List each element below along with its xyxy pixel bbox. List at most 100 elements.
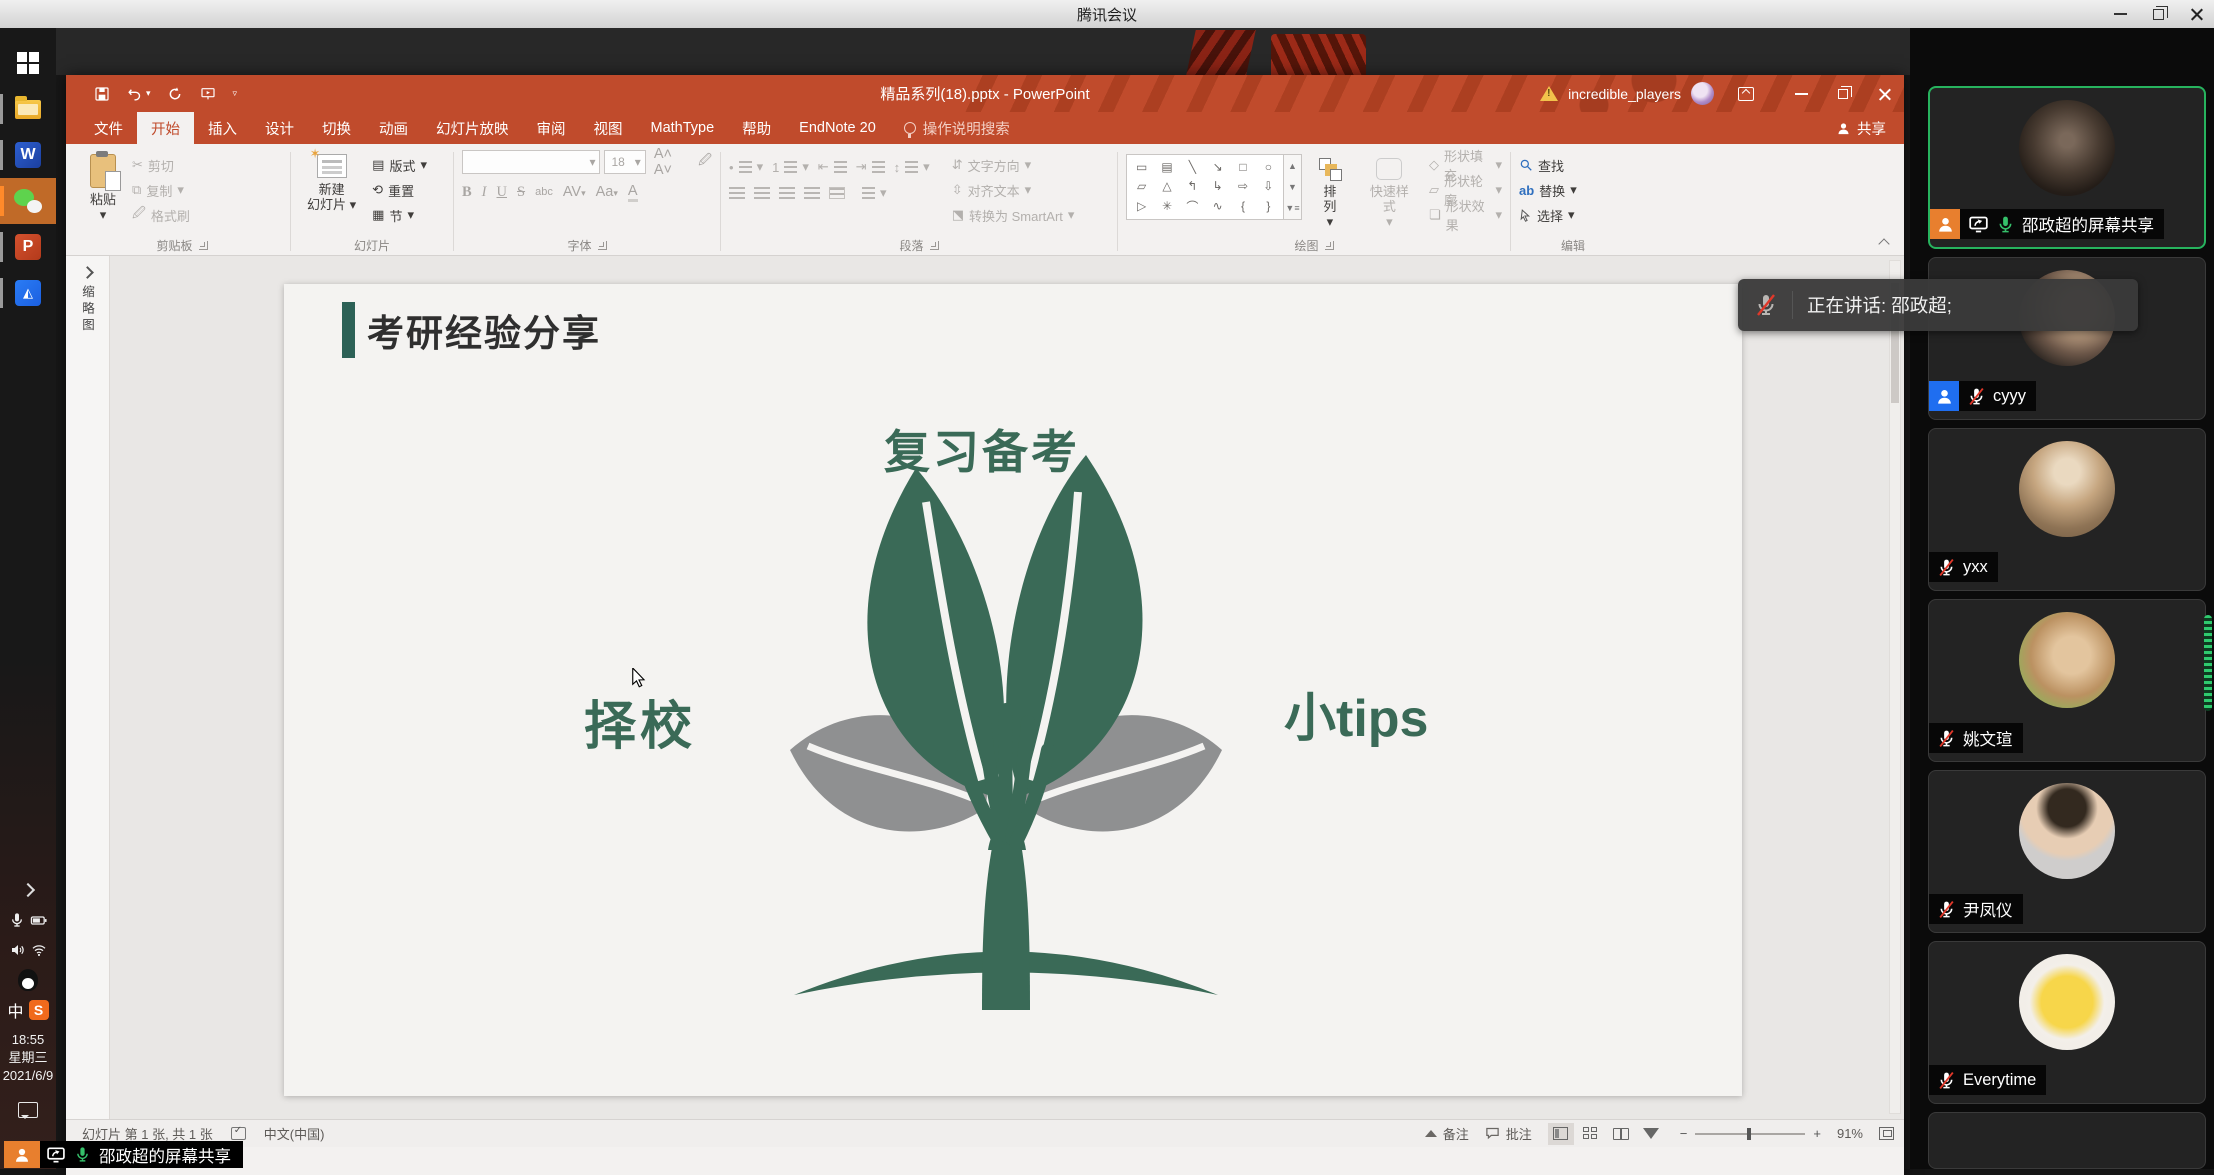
tab-view[interactable]: 视图 bbox=[580, 112, 637, 144]
start-slideshow-icon[interactable] bbox=[199, 86, 217, 102]
qat-customize-dropdown[interactable]: ▿ bbox=[233, 88, 238, 99]
save-icon[interactable] bbox=[94, 86, 110, 102]
shape-icon[interactable]: ▱ bbox=[1137, 179, 1146, 193]
select-button[interactable]: 选择 ▾ bbox=[1519, 204, 1577, 226]
columns-button[interactable]: ▾ bbox=[862, 182, 887, 204]
notes-button[interactable]: 备注 bbox=[1425, 1124, 1469, 1143]
tab-transitions[interactable]: 切换 bbox=[308, 112, 365, 144]
slide-vertical-scrollbar[interactable] bbox=[1889, 260, 1901, 1114]
shape-icon[interactable]: ↘ bbox=[1213, 160, 1223, 174]
shapes-gallery[interactable]: ▭▤╲↘□○ ▱△↰↳⇨⇩ ▷✳⌒∿{} ▲▼▼≡ bbox=[1126, 150, 1302, 235]
tab-help[interactable]: 帮助 bbox=[728, 112, 785, 144]
font-size-combobox[interactable]: 18▾ bbox=[604, 150, 645, 174]
quick-styles-button[interactable]: 快速样式▾ bbox=[1358, 150, 1421, 235]
tab-insert[interactable]: 插入 bbox=[194, 112, 251, 144]
account-name[interactable]: incredible_players bbox=[1568, 86, 1681, 102]
ppt-close-button[interactable] bbox=[1878, 87, 1892, 101]
clipboard-dialog-launcher[interactable] bbox=[199, 241, 208, 250]
minimize-button[interactable] bbox=[2114, 13, 2127, 15]
zoom-out-button[interactable]: − bbox=[1680, 1126, 1688, 1141]
shape-icon[interactable]: ↰ bbox=[1187, 179, 1197, 193]
shape-icon[interactable]: ↳ bbox=[1213, 179, 1223, 193]
reset-button[interactable]: ⟲ 重置 bbox=[372, 179, 427, 201]
redo-icon[interactable] bbox=[167, 86, 183, 102]
increase-indent-button[interactable]: ⇥ bbox=[856, 156, 885, 178]
thumbnail-pane-collapsed[interactable]: 缩略图 bbox=[66, 256, 110, 1119]
numbering-button[interactable]: 1▾ bbox=[772, 156, 809, 178]
tab-file[interactable]: 文件 bbox=[80, 112, 137, 144]
char-spacing-button[interactable]: AV▾ bbox=[563, 184, 586, 200]
close-button[interactable] bbox=[2190, 7, 2204, 21]
share-button[interactable]: 共享 bbox=[1836, 112, 1886, 144]
tab-mathtype[interactable]: MathType bbox=[637, 112, 729, 144]
bullets-button[interactable]: •▾ bbox=[729, 156, 763, 178]
new-slide-button[interactable]: 新建幻灯片 ▾ bbox=[299, 150, 364, 235]
start-button[interactable] bbox=[0, 40, 56, 86]
shape-icon[interactable]: ∿ bbox=[1213, 199, 1223, 213]
ppt-minimize-button[interactable] bbox=[1795, 93, 1808, 95]
taskbar-word[interactable]: W bbox=[0, 132, 56, 178]
participant-tile[interactable]: yxx bbox=[1928, 428, 2206, 591]
shape-icon[interactable]: { bbox=[1241, 199, 1245, 213]
taskbar-file-explorer[interactable] bbox=[0, 86, 56, 132]
taskbar-clock[interactable]: 18:55 星期三 2021/6/9 bbox=[0, 1031, 56, 1085]
tab-endnote[interactable]: EndNote 20 bbox=[785, 112, 890, 144]
align-center-button[interactable] bbox=[754, 187, 770, 199]
cut-button[interactable]: ✂ 剪切 bbox=[132, 154, 190, 176]
decrease-indent-button[interactable]: ⇤ bbox=[818, 156, 847, 178]
clear-format-button[interactable]: abc bbox=[535, 186, 553, 198]
tab-animations[interactable]: 动画 bbox=[365, 112, 422, 144]
zoom-slider[interactable]: − + bbox=[1680, 1126, 1821, 1141]
text-direction-button[interactable]: ⇵ 文字方向 ▾ bbox=[952, 154, 1075, 176]
spellcheck-icon[interactable] bbox=[231, 1127, 246, 1140]
taskbar-wechat[interactable] bbox=[0, 178, 56, 224]
shape-icon[interactable]: ○ bbox=[1265, 160, 1272, 174]
collapse-ribbon-button[interactable] bbox=[1879, 236, 1890, 247]
font-name-combobox[interactable]: ▾ bbox=[462, 150, 600, 174]
shape-icon[interactable]: □ bbox=[1239, 160, 1246, 174]
format-painter-button[interactable]: 🖉 格式刷 bbox=[132, 204, 190, 226]
view-slideshow-button[interactable] bbox=[1638, 1123, 1664, 1145]
line-spacing-button[interactable]: ↕▾ bbox=[894, 156, 930, 178]
tab-home[interactable]: 开始 bbox=[137, 112, 194, 144]
tray-qq[interactable] bbox=[0, 965, 56, 995]
view-normal-button[interactable] bbox=[1548, 1123, 1574, 1145]
tray-mic-battery[interactable] bbox=[0, 905, 56, 935]
change-case-button[interactable]: Aa▾ bbox=[596, 184, 618, 200]
participant-tile[interactable]: 尹凤仪 bbox=[1928, 770, 2206, 933]
zoom-level[interactable]: 91% bbox=[1837, 1126, 1863, 1141]
fit-slide-to-window-button[interactable] bbox=[1879, 1127, 1894, 1140]
slide-canvas[interactable]: 考研经验分享 复习备考 择校 小tips bbox=[284, 284, 1742, 1096]
shapes-scroll-arrows[interactable]: ▲▼▼≡ bbox=[1284, 154, 1302, 220]
drawing-dialog-launcher[interactable] bbox=[1325, 241, 1334, 250]
participant-tile[interactable]: 姚文瑄 bbox=[1928, 599, 2206, 762]
tray-expand[interactable] bbox=[0, 875, 56, 905]
restore-button[interactable] bbox=[2153, 9, 2164, 20]
justify-button[interactable] bbox=[804, 187, 820, 199]
shape-icon[interactable]: ▭ bbox=[1136, 160, 1147, 174]
zoom-in-button[interactable]: + bbox=[1813, 1126, 1821, 1141]
language-indicator[interactable]: 中文(中国) bbox=[264, 1124, 325, 1143]
distribute-button[interactable] bbox=[829, 187, 845, 199]
tray-input-method[interactable]: 中 S bbox=[0, 995, 56, 1025]
view-slide-sorter-button[interactable] bbox=[1578, 1123, 1604, 1145]
font-dialog-launcher[interactable] bbox=[598, 241, 607, 250]
italic-button[interactable]: I bbox=[482, 184, 487, 201]
ppt-restore-button[interactable] bbox=[1838, 89, 1848, 99]
layout-button[interactable]: ▤ 版式 ▾ bbox=[372, 154, 427, 176]
shape-icon[interactable]: ⇩ bbox=[1263, 179, 1273, 193]
tab-slideshow[interactable]: 幻灯片放映 bbox=[422, 112, 523, 144]
action-center-button[interactable] bbox=[0, 1095, 56, 1125]
strikethrough-button[interactable]: S bbox=[517, 184, 525, 201]
undo-button[interactable]: ▾ bbox=[126, 86, 151, 101]
font-color-button[interactable]: A bbox=[628, 183, 638, 202]
shape-icon[interactable]: ⌒ bbox=[1186, 198, 1198, 215]
taskbar-tencent-meeting[interactable]: ◭ bbox=[0, 270, 56, 316]
find-button[interactable]: 查找 bbox=[1519, 154, 1577, 176]
tell-me-search[interactable]: 操作说明搜索 bbox=[904, 112, 1010, 144]
smartart-button[interactable]: ⬔ 转换为 SmartArt ▾ bbox=[952, 204, 1075, 226]
participant-tile-partial[interactable] bbox=[1928, 1112, 2206, 1169]
replace-button[interactable]: ab 替换 ▾ bbox=[1519, 179, 1577, 201]
shape-icon[interactable]: △ bbox=[1162, 179, 1171, 193]
tray-sound-network[interactable] bbox=[0, 935, 56, 965]
